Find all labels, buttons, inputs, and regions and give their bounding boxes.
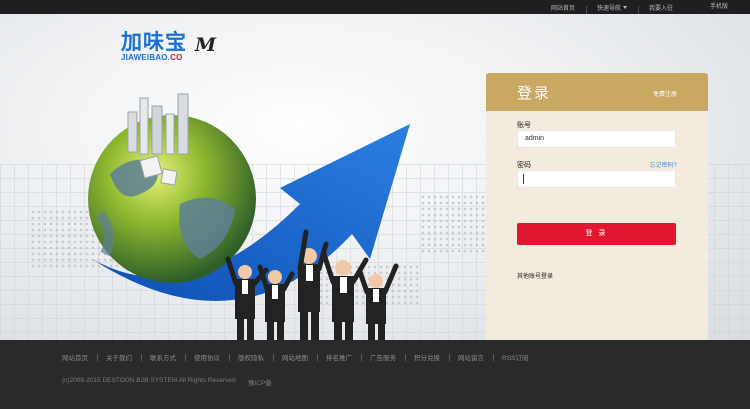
hero-banner: 加味宝 M JIAWEIBAO.CO 登录 免费注册 账号 admin 密码 忘…	[0, 14, 750, 340]
footer-links: 网站首页 关于我们 联系方式 使用协议 版权隐私 网站地图 排名推广 广告服务 …	[62, 352, 537, 362]
footer-link[interactable]: 版权隐私	[229, 352, 273, 362]
logo-en-text: JIAWEIBAO.CO	[121, 53, 183, 62]
username-label: 账号	[517, 122, 531, 129]
login-header: 登录 免费注册	[486, 73, 708, 111]
top-link-mobile[interactable]: 手机版	[710, 0, 728, 14]
footer-link[interactable]: 网站首页	[62, 352, 97, 362]
register-link[interactable]: 免费注册	[653, 89, 677, 98]
site-logo[interactable]: 加味宝 M JIAWEIBAO.CO	[121, 26, 216, 62]
forgot-password-link[interactable]: 忘记密码?	[650, 160, 677, 169]
username-input[interactable]: admin	[517, 130, 676, 148]
footer-link[interactable]: 关于我们	[97, 352, 141, 362]
password-label: 密码	[517, 162, 531, 169]
other-login-link[interactable]: 其他账号登录	[517, 271, 553, 280]
top-link-quick-nav[interactable]: 快速导航	[585, 3, 638, 14]
logo-m-mark: M	[195, 34, 217, 56]
top-bar: 网站首页 快速导航 我要入驻 手机版	[0, 0, 750, 14]
footer-link[interactable]: 使用协议	[185, 352, 229, 362]
login-title: 登录	[517, 85, 552, 102]
icp-link[interactable]: 豫ICP备	[248, 377, 272, 387]
top-nav: 网站首页 快速导航 我要入驻	[540, 0, 684, 14]
footer-link[interactable]: 排名推广	[317, 352, 361, 362]
chevron-down-icon	[622, 5, 627, 9]
footer-link[interactable]: RSS订阅	[493, 352, 537, 362]
copyright-text: (c)2008-2015 DESTOON B2B SYSTEM All Righ…	[62, 377, 236, 384]
top-link-home[interactable]: 网站首页	[540, 3, 586, 12]
footer-link[interactable]: 广告服务	[361, 352, 405, 362]
footer-link[interactable]: 联系方式	[141, 352, 185, 362]
quick-nav-label: 快速导航	[596, 5, 621, 12]
login-panel: 登录 免费注册 账号 admin 密码 忘记密码? 登 录 其他账号登录	[486, 73, 708, 340]
hero-illustration	[88, 93, 410, 340]
dot-map-decor	[420, 194, 490, 254]
text-cursor	[523, 174, 524, 184]
footer: 网站首页 关于我们 联系方式 使用协议 版权隐私 网站地图 排名推广 广告服务 …	[0, 340, 750, 409]
password-input[interactable]	[517, 170, 676, 188]
login-button[interactable]: 登 录	[517, 223, 676, 245]
footer-link[interactable]: 网站留言	[449, 352, 493, 362]
footer-link[interactable]: 积分兑换	[405, 352, 449, 362]
logo-cn-text: 加味宝	[121, 30, 187, 54]
top-link-join[interactable]: 我要入驻	[637, 3, 684, 14]
footer-link[interactable]: 网站地图	[273, 352, 317, 362]
